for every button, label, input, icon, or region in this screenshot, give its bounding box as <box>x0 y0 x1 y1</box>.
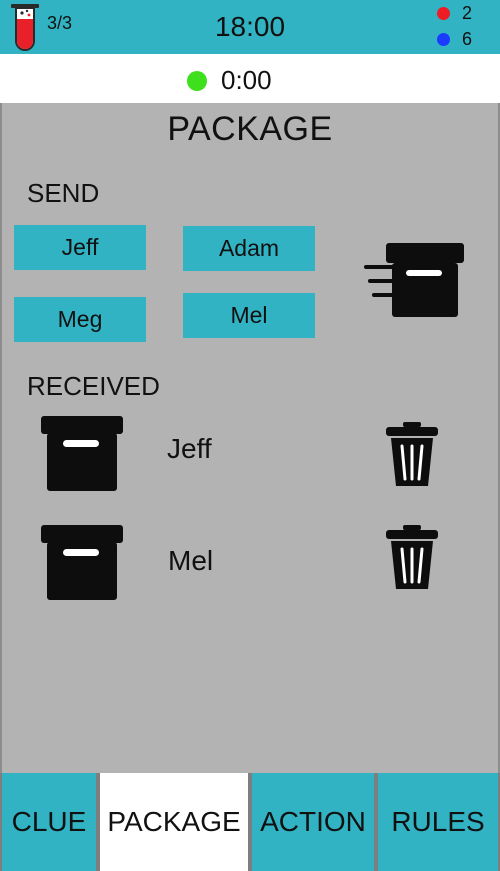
tab-package[interactable]: PACKAGE <box>98 773 250 871</box>
tab-clue[interactable]: CLUE <box>0 773 98 871</box>
bottom-tab-bar: CLUE PACKAGE ACTION RULES <box>0 773 500 871</box>
tab-action[interactable]: ACTION <box>250 773 376 871</box>
game-clock: 18:00 <box>214 11 286 42</box>
trash-icon[interactable] <box>386 422 438 488</box>
blue-score-value: 6 <box>462 29 473 49</box>
trash-icon[interactable] <box>386 525 438 591</box>
send-to-adam-button[interactable]: Adam <box>183 226 315 271</box>
red-dot-icon <box>437 7 450 20</box>
timer-value: 0:00 <box>221 65 272 95</box>
blue-team-score: 6 <box>437 29 472 50</box>
package-box-icon <box>41 416 123 491</box>
received-from-mel: Mel <box>168 545 214 576</box>
blue-dot-icon <box>437 33 450 46</box>
send-section-label: SEND <box>27 178 100 208</box>
red-score-value: 2 <box>462 3 473 23</box>
page-title: PACKAGE <box>167 110 333 148</box>
send-to-mel-button[interactable]: Mel <box>183 293 315 338</box>
send-package-icon[interactable] <box>362 241 466 319</box>
top-bar: 3/3 18:00 2 6 <box>0 0 500 54</box>
received-from-jeff: Jeff <box>167 433 212 464</box>
package-box-icon <box>41 525 123 600</box>
timer-bar: 0:00 <box>0 54 500 103</box>
red-team-score: 2 <box>437 3 472 24</box>
received-section-label: RECEIVED <box>27 371 160 401</box>
send-to-meg-button[interactable]: Meg <box>14 297 146 342</box>
status-dot-icon <box>187 70 207 91</box>
tab-rules[interactable]: RULES <box>376 773 500 871</box>
send-to-jeff-button[interactable]: Jeff <box>14 225 146 270</box>
